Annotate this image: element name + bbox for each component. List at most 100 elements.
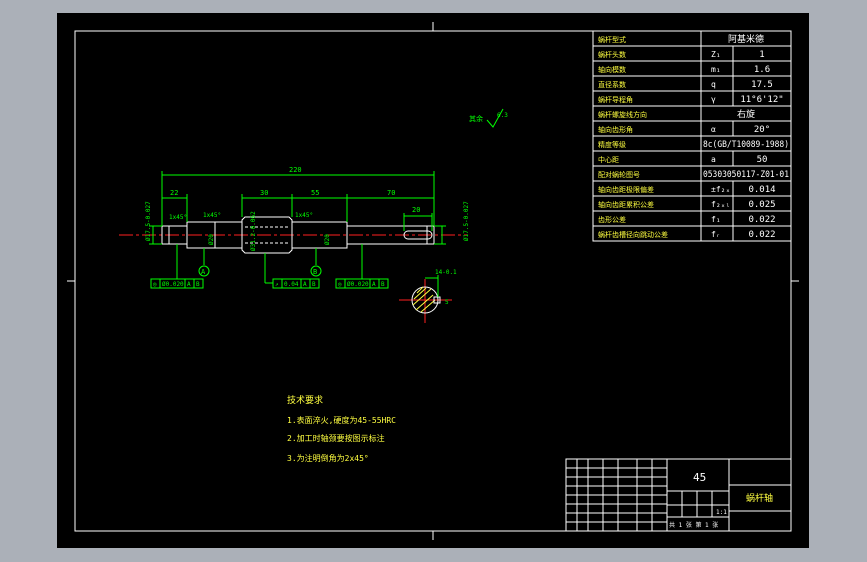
- svg-text:◎: ◎: [153, 281, 157, 288]
- param-row: 蜗杆型式 阿基米德: [598, 31, 764, 46]
- param-row: 蜗杆头数 Z₁ 1: [593, 45, 791, 61]
- param-label: 齿形公差: [598, 215, 626, 224]
- dim-70: 70: [387, 189, 395, 197]
- dim-20: 20: [412, 206, 420, 214]
- svg-text:Ø0.020: Ø0.020: [347, 281, 369, 288]
- param-value: 50: [757, 155, 768, 165]
- key-depth-dim: 14-0.1: [435, 269, 457, 276]
- title-block: 45 蜗杆轴 1:1 共 1 张 第 1 张: [565, 458, 792, 532]
- svg-text:其余: 其余: [469, 114, 483, 123]
- param-row: 蜗杆螺旋线方向 右旋: [593, 105, 791, 121]
- key-width-dim: 5: [445, 299, 449, 306]
- roughness-symbol: 6.3 其余: [469, 108, 508, 128]
- param-symbol: α: [711, 125, 716, 134]
- param-row: 配对蜗轮图号 05303050117-Z01-01: [593, 165, 791, 181]
- param-symbol: a: [711, 155, 716, 164]
- param-label: 中心距: [598, 155, 619, 164]
- dim-dia-worm: Ø31.2-0.062: [250, 211, 257, 251]
- svg-text:◎: ◎: [338, 281, 342, 288]
- param-label: 配对蜗轮图号: [598, 170, 640, 179]
- param-row: 轴向齿形角 α 20°: [593, 120, 791, 136]
- param-value: 17.5: [751, 80, 773, 90]
- scale-value: 1:1: [716, 509, 727, 516]
- param-label: 轴向齿距累积公差: [598, 200, 654, 209]
- param-label: 直径系数: [598, 80, 626, 89]
- svg-text:B: B: [312, 281, 316, 288]
- param-row: 轴向齿距极限偏差 ±f₂ₓ 0.014: [593, 180, 791, 196]
- dim-30: 30: [260, 189, 268, 197]
- technical-requirements: 技术要求 1.表面淬火,硬度为45-55HRC 2.加工时轴颈要按图示标注 3.…: [287, 394, 396, 463]
- param-label: 轴向齿形角: [598, 125, 633, 134]
- gtol-left: ◎ Ø0.020 A B: [150, 244, 204, 289]
- param-label: 精度等级: [598, 140, 626, 149]
- part-name: 蜗杆轴: [746, 492, 773, 504]
- param-value: 0.022: [748, 215, 775, 225]
- svg-text:B: B: [313, 268, 317, 276]
- param-symbol: q: [711, 80, 716, 89]
- param-symbol: Z₁: [711, 50, 721, 59]
- param-row: 中心距 a 50: [593, 150, 791, 166]
- cad-viewport[interactable]: 蜗杆型式 阿基米德蜗杆头数 Z₁ 1 轴向模数 m₁ 1.6 直径系数 q 17.5 蜗杆导程角 γ 1…: [57, 13, 809, 548]
- requirement-2: 2.加工时轴颈要按图示标注: [287, 433, 385, 443]
- material-value: 45: [693, 471, 706, 484]
- svg-text:6.3: 6.3: [497, 112, 508, 119]
- requirement-3: 3.为注明倒角为2x45°: [287, 453, 369, 463]
- dim-55: 55: [311, 189, 319, 197]
- requirements-title: 技术要求: [287, 394, 323, 406]
- param-label: 轴向模数: [598, 65, 626, 74]
- svg-text:0.04: 0.04: [284, 281, 299, 288]
- gtol-right: ◎ Ø0.020 A B: [335, 244, 389, 289]
- param-value: 0.025: [748, 200, 775, 210]
- sheet-count: 共 1 张 第 1 张: [669, 521, 718, 529]
- param-row: 蜗杆导程角 γ 11°6'12": [593, 90, 791, 106]
- dim-220: 220: [289, 166, 302, 174]
- param-symbol: f₂ₓₗ: [711, 200, 730, 209]
- param-label: 蜗杆导程角: [598, 95, 633, 104]
- param-value: 右旋: [737, 108, 755, 120]
- svg-text:B: B: [381, 281, 385, 288]
- dim-dia-20b: Ø20: [324, 234, 331, 245]
- datum-b: B: [310, 248, 322, 277]
- param-value: 阿基米德: [728, 33, 764, 45]
- svg-text:B: B: [196, 281, 200, 288]
- param-value: 0.022: [748, 230, 775, 240]
- param-row: 齿形公差 f₁ 0.022: [593, 210, 791, 226]
- param-symbol: f₁: [711, 215, 721, 224]
- param-label: 轴向齿距极限偏差: [598, 185, 654, 194]
- chamfer-left: 1x45°: [169, 214, 187, 221]
- drawing-canvas[interactable]: 蜗杆型式 阿基米德蜗杆头数 Z₁ 1 轴向模数 m₁ 1.6 直径系数 q 17.5 蜗杆导程角 γ 1…: [57, 13, 809, 548]
- param-value: 1.6: [754, 65, 770, 75]
- param-value: 0.014: [748, 185, 775, 195]
- svg-text:A: A: [187, 281, 191, 288]
- param-symbol: fᵣ: [711, 230, 721, 239]
- keyway-section: 14-0.1 5: [399, 269, 457, 323]
- dim-dia-20a: Ø20: [208, 234, 215, 245]
- dim-dia-right: Ø17.5-0.027: [463, 201, 470, 241]
- requirement-1: 1.表面淬火,硬度为45-55HRC: [287, 415, 396, 425]
- param-value: 05303050117-Z01-01: [703, 170, 789, 180]
- param-value: 11°6'12": [740, 95, 783, 105]
- param-row: 精度等级 8c(GB/T10089-1988): [593, 135, 791, 151]
- dim-22: 22: [170, 189, 178, 197]
- dim-dia-left: Ø17.5-0.027: [145, 201, 152, 241]
- datum-a: A: [198, 248, 210, 277]
- svg-text:Ø0.020: Ø0.020: [162, 281, 184, 288]
- param-label: 蜗杆螺旋线方向: [598, 110, 647, 119]
- param-symbol: m₁: [711, 65, 721, 74]
- param-value: 8c(GB/T10089-1988): [703, 140, 789, 150]
- svg-text:A: A: [303, 281, 307, 288]
- param-symbol: ±f₂ₓ: [711, 185, 730, 194]
- param-label: 蜗杆齿槽径向跳动公差: [598, 230, 668, 239]
- svg-text:↗: ↗: [275, 281, 279, 288]
- param-value: 1: [759, 50, 764, 60]
- param-label: 蜗杆型式: [598, 35, 626, 44]
- param-label: 蜗杆头数: [598, 50, 626, 59]
- param-row: 轴向模数 m₁ 1.6: [593, 60, 791, 76]
- chamfer-right: 1x45°: [295, 212, 313, 219]
- chamfer-mid: 1x45°: [203, 212, 221, 219]
- svg-text:A: A: [201, 268, 206, 276]
- param-symbol: γ: [711, 95, 716, 104]
- svg-text:A: A: [372, 281, 376, 288]
- param-row: 直径系数 q 17.5: [593, 75, 791, 91]
- param-row: 轴向齿距累积公差 f₂ₓₗ 0.025: [593, 195, 791, 211]
